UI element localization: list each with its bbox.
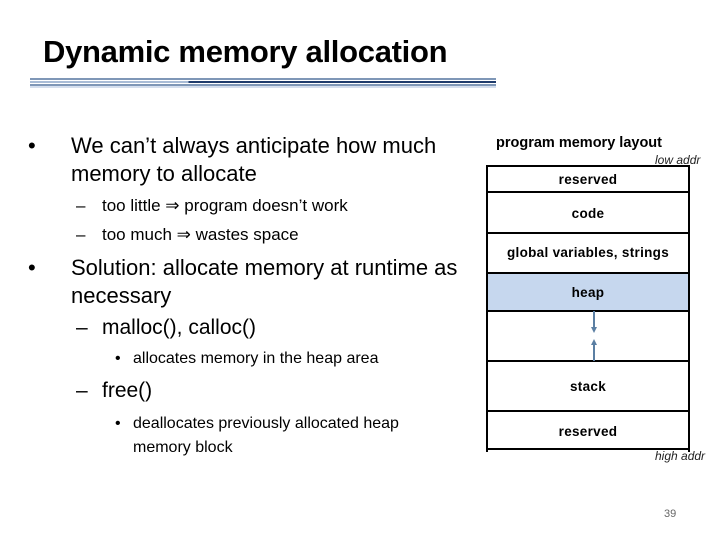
growth-arrows — [591, 311, 597, 361]
stack-growth-arrow-head — [591, 339, 597, 345]
page-number: 39 — [664, 508, 677, 520]
bullet-icon: • — [115, 350, 121, 367]
slide-title: Dynamic memory allocation — [43, 34, 448, 69]
segment-reserved-top: reserved — [486, 165, 690, 191]
heap-growth-arrow-head — [591, 327, 597, 333]
segment-label: global variables, strings — [506, 245, 670, 260]
segment-label: code — [571, 206, 605, 221]
segment-stack: stack — [486, 360, 690, 410]
segment-label: heap — [571, 285, 605, 300]
free-detail-line2: memory block — [133, 439, 233, 456]
segment-label: reserved — [558, 424, 618, 439]
title-underline-shadow — [30, 86, 496, 88]
title-underline-accent — [30, 81, 496, 83]
bullet-icon: • — [28, 133, 36, 158]
segment-code: code — [486, 191, 690, 232]
bullet-icon: • — [115, 415, 121, 432]
free-label: free() — [102, 379, 153, 402]
high-addr-label: high addr — [655, 449, 706, 463]
free-detail-line1: deallocates previously allocated heap — [133, 415, 399, 432]
dash-icon: – — [76, 225, 86, 244]
diagram-title: program memory layout — [496, 135, 662, 151]
bullet2-line2: necessary — [71, 283, 172, 308]
segment-heap: heap — [486, 272, 690, 310]
dash-icon: – — [76, 379, 88, 402]
segment-label: reserved — [558, 172, 618, 187]
malloc-label: malloc(), calloc() — [102, 316, 257, 339]
segment-globals: global variables, strings — [486, 232, 690, 272]
bullet1-line2: memory to allocate — [71, 161, 257, 186]
dash-icon: – — [76, 196, 86, 215]
title-underline — [30, 78, 496, 80]
bullet1-line1: We can’t always anticipate how much — [71, 133, 437, 158]
bullet-icon: • — [28, 255, 36, 280]
bullet1-sub2: too much ⇒ wastes space — [102, 225, 299, 244]
dash-icon: – — [76, 316, 88, 339]
bullet2-line1: Solution: allocate memory at runtime as — [71, 255, 458, 280]
segment-label: stack — [569, 379, 607, 394]
malloc-detail: allocates memory in the heap area — [133, 350, 379, 367]
segment-reserved-bottom: reserved — [486, 410, 690, 450]
bullet1-sub1: too little ⇒ program doesn’t work — [102, 196, 348, 215]
